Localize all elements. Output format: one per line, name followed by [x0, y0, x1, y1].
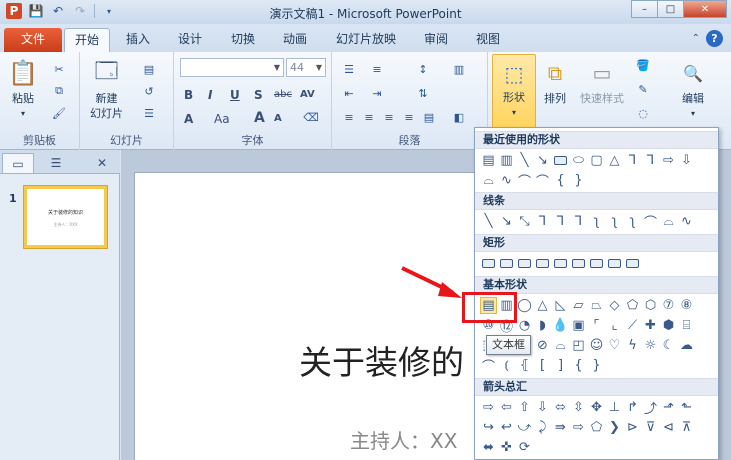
annotation-arrow-icon	[401, 266, 462, 298]
tooltip: 文本框	[486, 335, 531, 355]
